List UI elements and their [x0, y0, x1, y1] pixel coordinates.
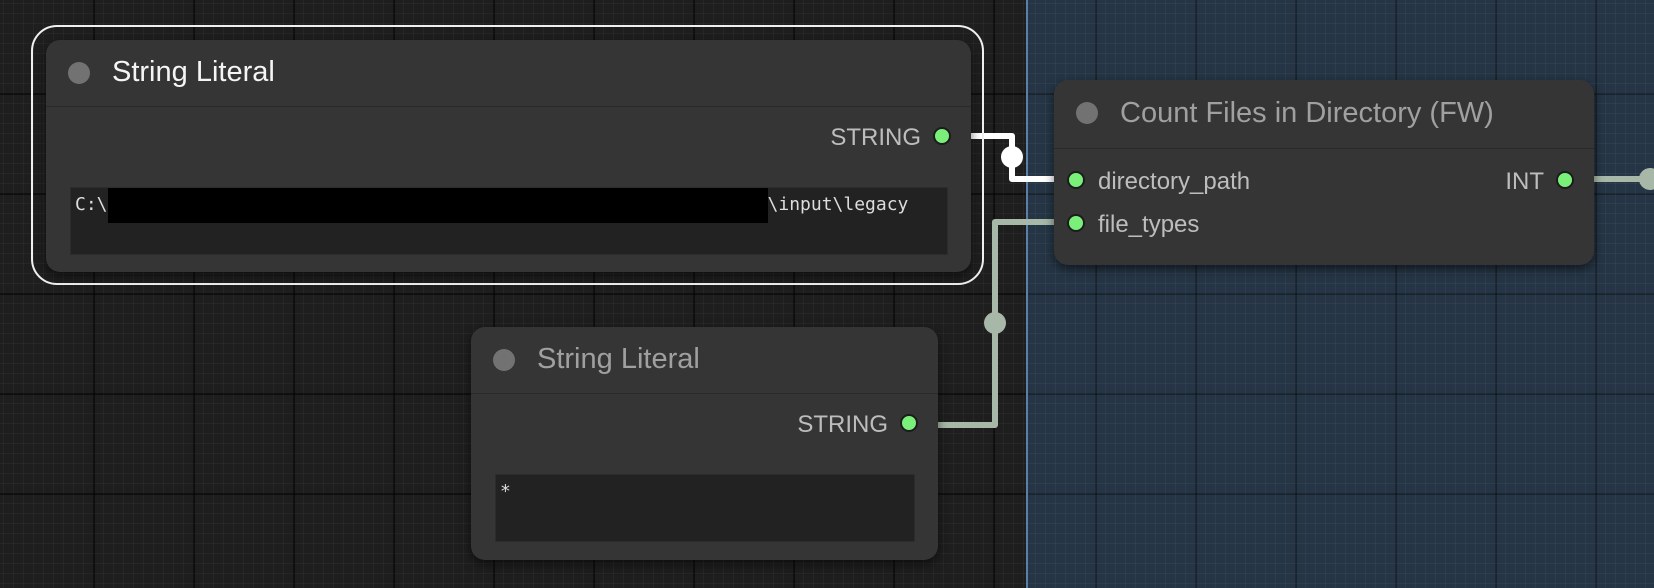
node-title: String Literal — [112, 56, 275, 88]
value-suffix: \input\legacy — [767, 194, 909, 215]
redacted-region — [107, 188, 768, 223]
node-title: Count Files in Directory (FW) — [1120, 97, 1494, 129]
string-value: * — [500, 481, 511, 502]
node-header[interactable]: String Literal — [471, 327, 938, 394]
collapse-dot-icon[interactable] — [68, 62, 90, 84]
link-midpoint-handle[interactable] — [984, 312, 1006, 334]
string-value-textarea[interactable]: * — [495, 474, 915, 542]
count-files-node[interactable]: Count Files in Directory (FW) directory_… — [1054, 80, 1594, 265]
input-slot-file-types[interactable] — [1067, 214, 1085, 232]
input-slot-directory-path[interactable] — [1067, 171, 1085, 189]
output-label-string: STRING — [797, 411, 888, 438]
output-slot-string[interactable] — [900, 414, 918, 432]
node-title: String Literal — [537, 343, 700, 375]
link-midpoint-handle[interactable] — [1001, 146, 1023, 168]
output-label-string: STRING — [830, 124, 921, 151]
input-label-file-types: file_types — [1098, 211, 1200, 238]
node-header[interactable]: String Literal — [46, 40, 971, 107]
output-label-int: INT — [1505, 168, 1544, 195]
node-header[interactable]: Count Files in Directory (FW) — [1054, 80, 1594, 149]
string-literal-node-1[interactable]: String Literal STRING C:\ \input\legacy — [46, 40, 971, 272]
input-label-directory-path: directory_path — [1098, 168, 1251, 195]
string-literal-node-2[interactable]: String Literal STRING * — [471, 327, 938, 560]
collapse-dot-icon[interactable] — [493, 349, 515, 371]
collapse-dot-icon[interactable] — [1076, 102, 1098, 124]
output-slot-int[interactable] — [1556, 171, 1574, 189]
value-prefix: C:\ — [75, 194, 108, 215]
output-slot-string[interactable] — [933, 127, 951, 145]
string-value-textarea[interactable]: C:\ \input\legacy — [70, 187, 948, 255]
